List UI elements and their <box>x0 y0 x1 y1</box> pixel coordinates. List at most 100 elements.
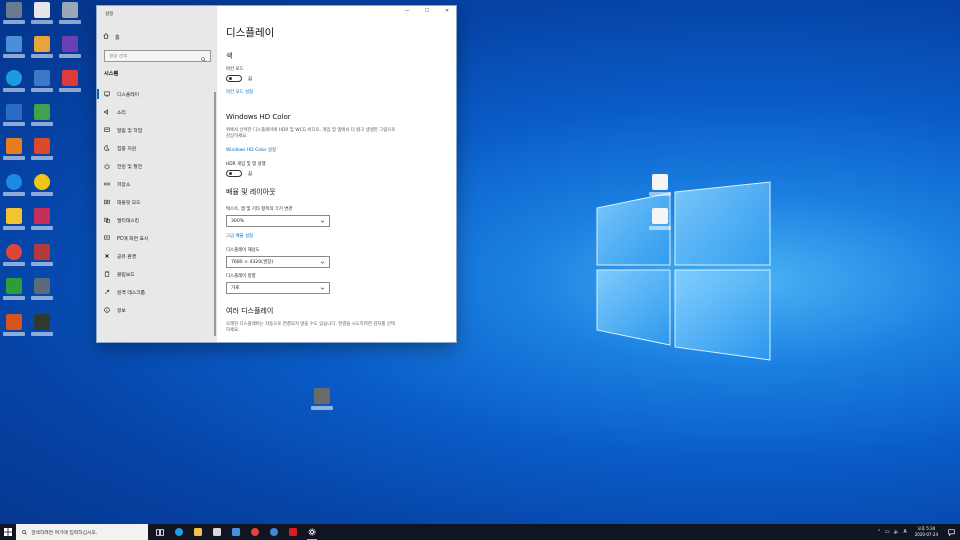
night-light-state: 끔 <box>248 76 253 82</box>
scale-value: 300% <box>231 218 245 224</box>
start-button[interactable] <box>0 524 16 540</box>
input-language-indicator[interactable]: A <box>903 530 906 535</box>
taskbar: 검색하려면 여기에 입력하십시오. ⌃ ▭ 🔈 A 오후 5:34 2020-0… <box>0 524 960 540</box>
desktop-icon[interactable] <box>0 2 28 36</box>
home-link[interactable]: 홈 <box>103 33 120 41</box>
advanced-scaling-link[interactable]: 고급 배율 설정 <box>226 233 253 239</box>
sidebar-item-label: 디스플레이 <box>117 92 140 98</box>
night-light-settings-link[interactable]: 야간 모드 설정 <box>226 89 253 95</box>
sidebar-item-multitasking[interactable]: 멀티태스킹 <box>97 211 215 229</box>
store-icon <box>213 528 221 536</box>
chrome-icon <box>251 528 259 536</box>
sidebar-item-label: 저장소 <box>117 182 131 188</box>
desktop-icon[interactable] <box>56 36 84 70</box>
desktop-icon[interactable] <box>0 278 28 312</box>
hdr-toggle-label: HDR 게임 및 앱 실행 <box>226 162 266 167</box>
orientation-label: 디스플레이 방향 <box>226 274 256 279</box>
sidebar-item-sound[interactable]: 소리 <box>97 103 215 121</box>
desktop-icon[interactable] <box>646 208 674 242</box>
desktop-icon[interactable] <box>646 174 674 208</box>
sidebar-item-focus-assist[interactable]: 집중 지원 <box>97 139 215 157</box>
sidebar-item-clipboard[interactable]: 클립보드 <box>97 265 215 283</box>
desktop-icon[interactable] <box>28 2 56 36</box>
hdr-settings-link[interactable]: Windows HD Color 설정 <box>226 147 276 153</box>
info-icon <box>104 307 110 313</box>
nav-scrollbar[interactable] <box>214 92 216 336</box>
taskbar-app-edge[interactable] <box>173 524 185 540</box>
desktop-icon[interactable] <box>0 208 28 242</box>
desktop-icon[interactable] <box>28 208 56 242</box>
hdr-toggle[interactable] <box>226 170 242 177</box>
resolution-label: 디스플레이 해상도 <box>226 248 260 253</box>
desktop-icon[interactable] <box>56 2 84 36</box>
taskbar-app-netflix[interactable] <box>287 524 299 540</box>
speaker-icon <box>104 109 110 115</box>
desktop-icon[interactable] <box>0 244 28 278</box>
close-button[interactable]: ✕ <box>442 8 452 14</box>
monitor-icon <box>104 91 110 97</box>
desktop-icon[interactable] <box>308 388 336 422</box>
multitasking-icon <box>104 217 110 223</box>
resolution-dropdown[interactable]: 7680 × 4320(권장) <box>226 256 330 268</box>
volume-icon[interactable]: 🔈 <box>893 530 899 535</box>
taskbar-search-box[interactable]: 검색하려면 여기에 입력하십시오. <box>16 524 148 540</box>
sidebar-item-about[interactable]: 정보 <box>97 301 215 319</box>
taskbar-clock[interactable]: 오후 5:34 2020-07-24 <box>915 526 938 538</box>
desktop-icon[interactable] <box>28 278 56 312</box>
taskbar-app-ie[interactable] <box>268 524 280 540</box>
night-light-toggle[interactable] <box>226 75 242 82</box>
sidebar-item-display[interactable]: 디스플레이 <box>97 85 215 103</box>
sidebar-item-label: 알림 및 작업 <box>117 128 143 134</box>
maximize-button[interactable]: ☐ <box>422 8 432 14</box>
window-title: 설정 <box>105 12 114 17</box>
sidebar-item-label: 공유 환경 <box>117 254 137 260</box>
desktop-icon[interactable] <box>0 36 28 70</box>
sidebar-item-notifications[interactable]: 알림 및 작업 <box>97 121 215 139</box>
storage-icon <box>104 181 110 187</box>
network-icon[interactable]: ▭ <box>885 530 890 535</box>
task-view-button[interactable] <box>154 524 166 540</box>
desktop-icon[interactable] <box>0 70 28 104</box>
hdr-description: 위에서 선택한 디스플레이에 HDR 및 WCG 비디오, 게임 및 앱에서 더… <box>226 128 396 139</box>
desktop-icon[interactable] <box>0 104 28 138</box>
desktop-icon[interactable] <box>0 174 28 208</box>
tray-chevron-up-icon[interactable]: ⌃ <box>877 530 881 535</box>
desktop-icon[interactable] <box>28 174 56 208</box>
project-icon <box>104 235 110 241</box>
multi-display-heading: 여러 디스플레이 <box>226 307 274 315</box>
netflix-icon <box>289 528 297 536</box>
desktop-icon[interactable] <box>28 244 56 278</box>
notification-icon <box>947 528 955 536</box>
taskbar-app-store[interactable] <box>211 524 223 540</box>
desktop-icon[interactable] <box>28 138 56 172</box>
sidebar-item-storage[interactable]: 저장소 <box>97 175 215 193</box>
desktop-icon[interactable] <box>28 314 56 348</box>
taskbar-app-mail[interactable] <box>230 524 242 540</box>
sidebar-item-tablet-mode[interactable]: 태블릿 모드 <box>97 193 215 211</box>
sidebar-item-projecting[interactable]: PC에 화면 표시 <box>97 229 215 247</box>
taskbar-app-chrome[interactable] <box>249 524 261 540</box>
desktop-icon[interactable] <box>28 70 56 104</box>
settings-search-box[interactable] <box>104 50 211 62</box>
taskbar-app-explorer[interactable] <box>192 524 204 540</box>
tablet-icon <box>104 199 110 205</box>
sidebar-item-label: 정보 <box>117 308 126 314</box>
desktop-icon[interactable] <box>28 104 56 138</box>
desktop-icon[interactable] <box>56 70 84 104</box>
sidebar-item-shared-experiences[interactable]: 공유 환경 <box>97 247 215 265</box>
minimize-button[interactable]: — <box>402 8 412 14</box>
hdr-toggle-row: 끔 <box>226 170 252 177</box>
orientation-dropdown[interactable]: 가로 <box>226 282 330 294</box>
scale-dropdown[interactable]: 300% <box>226 215 330 227</box>
settings-search-input[interactable] <box>109 53 201 59</box>
desktop-icon[interactable] <box>0 314 28 348</box>
nav-list: 디스플레이 소리 알림 및 작업 집중 지원 전원 및 절전 저장소 태블릿 모… <box>97 85 215 319</box>
action-center-button[interactable] <box>946 527 956 537</box>
sidebar-item-power[interactable]: 전원 및 절전 <box>97 157 215 175</box>
color-heading: 색 <box>226 52 233 60</box>
taskbar-app-settings[interactable] <box>306 524 318 540</box>
folder-icon <box>194 528 202 536</box>
sidebar-item-remote-desktop[interactable]: 원격 데스크톱 <box>97 283 215 301</box>
desktop-icon[interactable] <box>0 138 28 172</box>
desktop-icon[interactable] <box>28 36 56 70</box>
